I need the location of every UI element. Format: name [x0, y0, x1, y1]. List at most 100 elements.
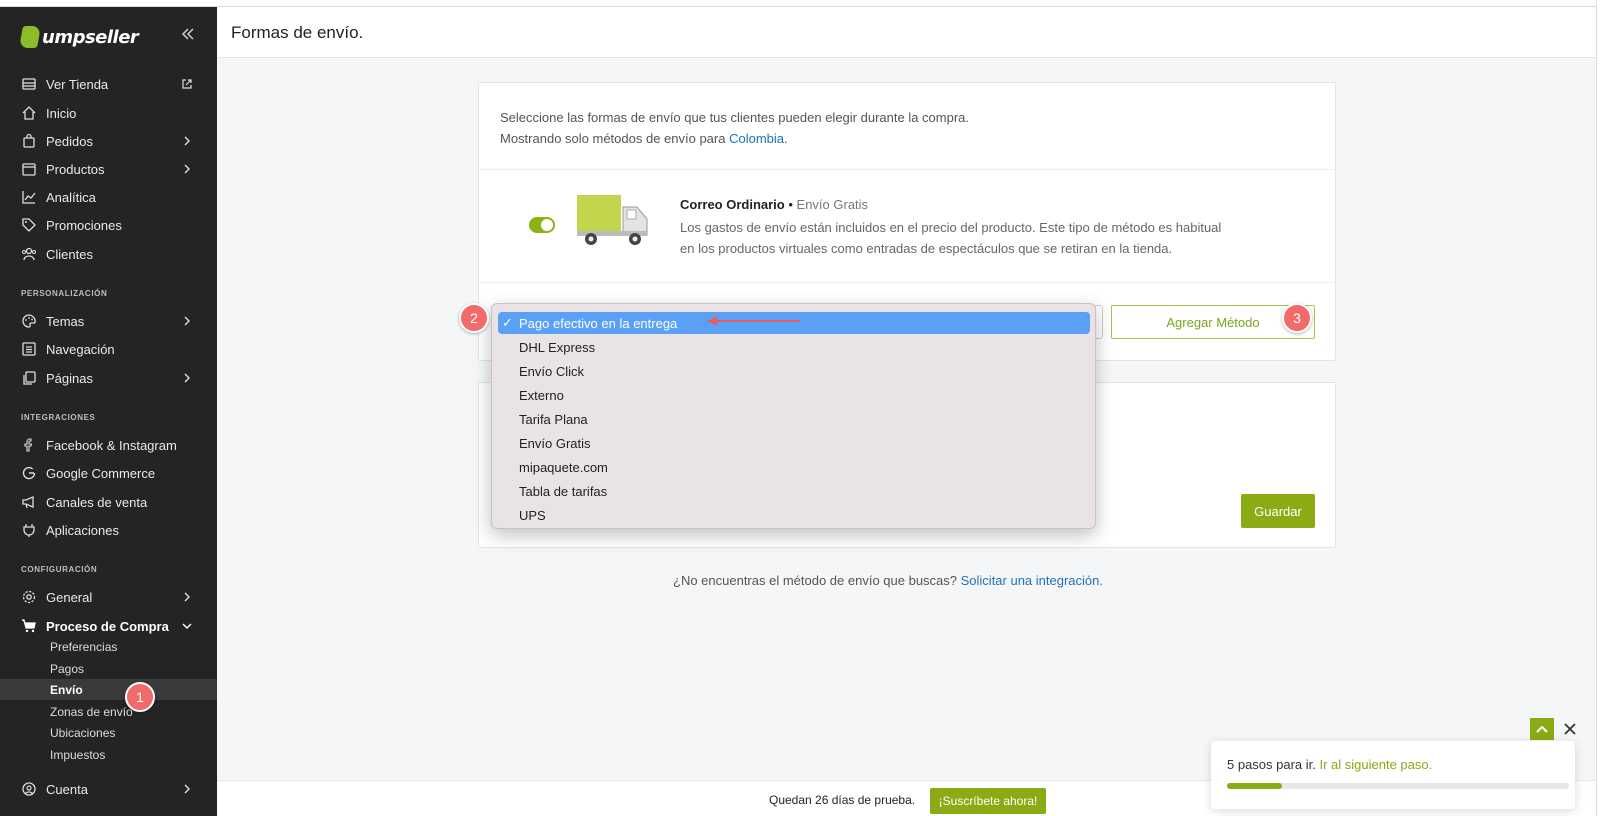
chevron-right-icon	[184, 164, 190, 174]
sidebar-subitem-ubicaciones[interactable]: Ubicaciones	[0, 722, 217, 743]
shipping-title: Correo Ordinario • Envío Gratis	[680, 197, 868, 212]
divider	[479, 282, 1335, 283]
tag-icon	[22, 218, 36, 232]
dropdown-option-selected[interactable]: ✓ Pago efectivo en la entrega	[498, 312, 1090, 334]
chevron-right-icon	[184, 784, 190, 794]
cart-icon	[22, 619, 36, 633]
next-step-link[interactable]: Ir al siguiente paso.	[1320, 757, 1433, 772]
sidebar-item-label: Google Commerce	[46, 465, 156, 481]
list-icon	[22, 342, 36, 356]
collapse-sidebar-icon[interactable]	[178, 26, 198, 46]
sidebar-subitem-pagos[interactable]: Pagos	[0, 658, 217, 679]
sidebar-subitem-impuestos[interactable]: Impuestos	[0, 744, 217, 765]
sidebar-item-canales-de-venta[interactable]: Canales de venta	[0, 488, 217, 516]
shipping-desc-line-1: Los gastos de envío están incluidos en e…	[680, 220, 1222, 235]
option-label: Envío Gratis	[519, 435, 591, 451]
steps-close-button[interactable]	[1560, 718, 1580, 740]
option-label: UPS	[519, 507, 546, 523]
dropdown-option[interactable]: Externo	[498, 384, 1090, 406]
truck-icon	[577, 195, 648, 245]
step-badge-2: 2	[459, 303, 489, 333]
logo-mark-icon	[19, 26, 41, 48]
sidebar-item-promociones[interactable]: Promociones	[0, 211, 217, 239]
sidebar-item-cuenta[interactable]: Cuenta	[0, 775, 217, 803]
annotation-arrow-head	[708, 316, 717, 326]
bag-icon	[23, 133, 35, 148]
sidebar-item-label: Promociones	[46, 217, 122, 233]
dropdown-option[interactable]: Envío Click	[498, 360, 1090, 382]
chevron-down-icon	[182, 623, 192, 629]
sidebar-subitem-preferencias[interactable]: Preferencias	[0, 636, 217, 657]
sidebar-subitem-zonas-de-envio[interactable]: Zonas de envío	[0, 701, 217, 722]
sidebar-item-analitica[interactable]: Analítica	[0, 183, 217, 211]
intro-line-2-suffix: .	[784, 131, 788, 146]
sidebar-item-aplicaciones[interactable]: Aplicaciones	[0, 516, 217, 544]
sidebar-item-ver-tienda[interactable]: Ver Tienda	[0, 70, 217, 98]
sidebar-item-clientes[interactable]: Clientes	[0, 240, 217, 268]
sidebar-subitem-label: Envío	[50, 682, 83, 697]
sidebar-item-facebook-instagram[interactable]: Facebook & Instagram	[0, 431, 217, 459]
box-icon	[22, 163, 36, 176]
sidebar-item-inicio[interactable]: Inicio	[0, 99, 217, 127]
shipping-type: Envío Gratis	[796, 197, 869, 212]
checkmark-icon: ✓	[502, 315, 513, 330]
chevron-up-icon	[1536, 725, 1548, 733]
dropdown-option[interactable]: mipaquete.com	[498, 456, 1090, 478]
subscribe-button[interactable]: ¡Suscríbete ahora!	[930, 788, 1046, 814]
sidebar-item-paginas[interactable]: Páginas	[0, 364, 217, 392]
sidebar-subitem-label: Pagos	[50, 661, 85, 676]
chevron-right-icon	[184, 136, 190, 146]
shipping-name: Correo Ordinario	[680, 197, 785, 212]
request-integration-link[interactable]: Solicitar una integración.	[961, 573, 1103, 588]
missing-method-text: ¿No encuentras el método de envío que bu…	[673, 573, 1103, 588]
sidebar-subitem-label: Preferencias	[50, 639, 118, 654]
sidebar-item-navegacion[interactable]: Navegación	[0, 335, 217, 363]
dropdown-option[interactable]: UPS	[498, 504, 1090, 526]
logo[interactable]: umpseller	[19, 22, 139, 52]
dropdown-option[interactable]: Tarifa Plana	[498, 408, 1090, 430]
sidebar-subitem-envio[interactable]: Envío	[0, 679, 217, 700]
dropdown-option[interactable]: Envío Gratis	[498, 432, 1090, 454]
intro-line-1: Seleccione las formas de envío que tus c…	[500, 110, 970, 125]
sidebar-item-label: Productos	[46, 161, 105, 177]
sidebar-item-productos[interactable]: Productos	[0, 155, 217, 183]
google-icon	[22, 466, 36, 480]
users-icon	[22, 247, 36, 261]
sidebar: umpseller Ver Tienda Inicio Pedidos Prod…	[0, 7, 217, 816]
onboarding-steps-widget: 5 pasos para ir. Ir al siguiente paso.	[1211, 741, 1575, 809]
sidebar-item-label: Clientes	[46, 246, 93, 262]
option-label: Envío Click	[519, 363, 585, 379]
sidebar-item-temas[interactable]: Temas	[0, 307, 217, 335]
intro-text: Seleccione las formas de envío que tus c…	[500, 107, 969, 149]
sidebar-item-general[interactable]: General	[0, 583, 217, 611]
sidebar-item-pedidos[interactable]: Pedidos	[0, 127, 217, 155]
shipping-enabled-toggle[interactable]	[529, 217, 555, 233]
chevron-right-icon	[184, 316, 190, 326]
sidebar-subitem-label: Impuestos	[50, 747, 106, 762]
option-label: DHL Express	[519, 339, 596, 355]
sidebar-item-label: Navegación	[46, 341, 115, 357]
steps-expand-button[interactable]	[1530, 718, 1554, 740]
dropdown-option[interactable]: DHL Express	[498, 336, 1090, 358]
sidebar-item-label: Proceso de Compra	[46, 618, 169, 634]
sidebar-item-label: Páginas	[46, 370, 93, 386]
step-badge-1: 1	[125, 682, 155, 712]
dropdown-option[interactable]: Tabla de tarifas	[498, 480, 1090, 502]
section-title-personalizacion: PERSONALIZACIÓN	[21, 289, 108, 298]
chevron-right-icon	[184, 592, 190, 602]
trial-text: Quedan 26 días de prueba.	[769, 793, 916, 807]
close-icon	[1564, 723, 1576, 735]
chevron-right-icon	[184, 373, 190, 383]
option-label: mipaquete.com	[519, 459, 608, 475]
intro-line-2-prefix: Mostrando solo métodos de envío para	[500, 131, 730, 146]
sidebar-item-label: Cuenta	[46, 781, 88, 797]
sidebar-item-label: Pedidos	[46, 133, 93, 149]
pages-icon	[23, 371, 36, 385]
shipping-separator: •	[784, 197, 797, 212]
steps-text: 5 pasos para ir. Ir al siguiente paso.	[1227, 757, 1432, 772]
sidebar-item-label: Temas	[46, 313, 85, 329]
country-link[interactable]: Colombia	[729, 131, 784, 146]
save-button[interactable]: Guardar	[1241, 494, 1315, 528]
palette-icon	[22, 314, 36, 328]
sidebar-item-google-commerce[interactable]: Google Commerce	[0, 459, 217, 487]
